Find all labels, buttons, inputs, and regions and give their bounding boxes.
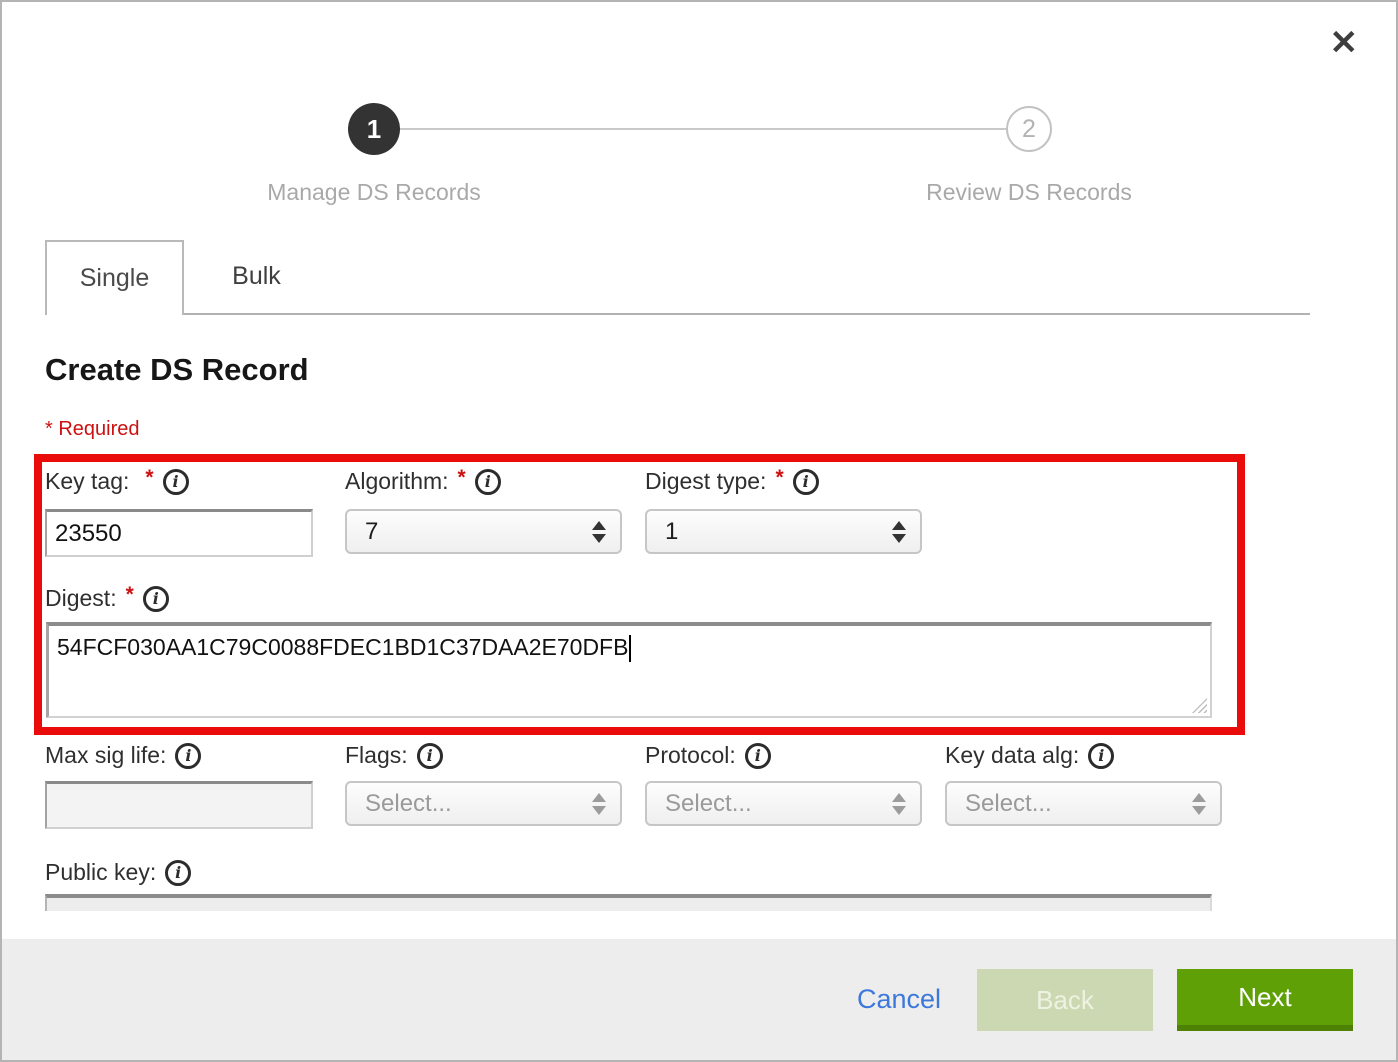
required-asterisk: *	[126, 583, 134, 607]
digest-type-label-row: Digest type: * i	[645, 468, 819, 495]
key-data-alg-select[interactable]: Select...	[945, 781, 1222, 826]
info-icon[interactable]: i	[417, 743, 443, 769]
protocol-label-row: Protocol: i	[645, 742, 771, 769]
key-data-alg-label: Key data alg:	[945, 742, 1079, 769]
flags-label-row: Flags: i	[345, 742, 443, 769]
info-icon[interactable]: i	[475, 469, 501, 495]
protocol-select-value: Select...	[647, 790, 892, 818]
close-icon[interactable]: ✕	[1330, 26, 1359, 60]
protocol-label: Protocol:	[645, 742, 736, 769]
required-asterisk: *	[775, 466, 783, 490]
algorithm-label: Algorithm:	[345, 468, 449, 495]
cancel-link[interactable]: Cancel	[857, 984, 941, 1015]
algorithm-select-value: 7	[347, 518, 592, 546]
flags-select[interactable]: Select...	[345, 781, 622, 826]
info-icon[interactable]: i	[175, 743, 201, 769]
info-icon[interactable]: i	[143, 586, 169, 612]
key-tag-label-row: Key tag: * i	[45, 468, 189, 495]
flags-select-value: Select...	[347, 790, 592, 818]
public-key-textarea[interactable]	[45, 894, 1212, 911]
key-tag-label: Key tag:	[45, 468, 129, 495]
algorithm-label-row: Algorithm: * i	[345, 468, 501, 495]
public-key-label-row: Public key: i	[45, 859, 191, 886]
stepper-step-1-label: Manage DS Records	[214, 179, 534, 206]
digest-type-label: Digest type:	[645, 468, 766, 495]
max-sig-life-label: Max sig life:	[45, 742, 166, 769]
select-arrows-icon	[892, 793, 906, 815]
digest-label-row: Digest: * i	[45, 585, 169, 612]
info-icon[interactable]: i	[1088, 743, 1114, 769]
max-sig-life-label-row: Max sig life: i	[45, 742, 201, 769]
info-icon[interactable]: i	[163, 469, 189, 495]
info-icon[interactable]: i	[745, 743, 771, 769]
digest-type-select-value: 1	[647, 518, 892, 546]
key-data-alg-label-row: Key data alg: i	[945, 742, 1114, 769]
tab-bulk[interactable]: Bulk	[187, 240, 326, 313]
resize-grip-icon[interactable]	[1192, 698, 1207, 713]
stepper-step-2-circle: 2	[1006, 106, 1052, 152]
back-button[interactable]: Back	[977, 969, 1153, 1031]
algorithm-select[interactable]: 7	[345, 509, 622, 554]
select-arrows-icon	[592, 793, 606, 815]
tab-single[interactable]: Single	[45, 240, 184, 315]
digest-textarea[interactable]: 54FCF030AA1C79C0088FDEC1BD1C37DAA2E70DFB	[46, 622, 1212, 718]
required-asterisk: *	[458, 466, 466, 490]
digest-type-select[interactable]: 1	[645, 509, 922, 554]
page-title: Create DS Record	[45, 352, 309, 388]
select-arrows-icon	[592, 521, 606, 543]
next-button[interactable]: Next	[1177, 969, 1353, 1031]
tab-bar: Single Bulk	[45, 240, 1310, 315]
text-caret	[629, 635, 631, 662]
required-note: * Required	[45, 418, 140, 441]
key-tag-input[interactable]	[45, 509, 313, 557]
public-key-label: Public key:	[45, 859, 156, 886]
select-arrows-icon	[1192, 793, 1206, 815]
key-data-alg-select-value: Select...	[947, 790, 1192, 818]
stepper-step-1-circle: 1	[348, 103, 400, 155]
stepper-step-2-label: Review DS Records	[869, 179, 1189, 206]
required-asterisk: *	[145, 466, 153, 490]
digest-value: 54FCF030AA1C79C0088FDEC1BD1C37DAA2E70DFB	[57, 634, 628, 660]
digest-label: Digest:	[45, 585, 117, 612]
protocol-select[interactable]: Select...	[645, 781, 922, 826]
info-icon[interactable]: i	[165, 860, 191, 886]
stepper-connector	[374, 128, 1029, 130]
info-icon[interactable]: i	[793, 469, 819, 495]
modal-footer: Cancel Back Next	[2, 939, 1396, 1060]
max-sig-life-input[interactable]	[45, 781, 313, 829]
flags-label: Flags:	[345, 742, 408, 769]
create-ds-record-modal: ✕ 1 2 Manage DS Records Review DS Record…	[0, 0, 1398, 1062]
select-arrows-icon	[892, 521, 906, 543]
